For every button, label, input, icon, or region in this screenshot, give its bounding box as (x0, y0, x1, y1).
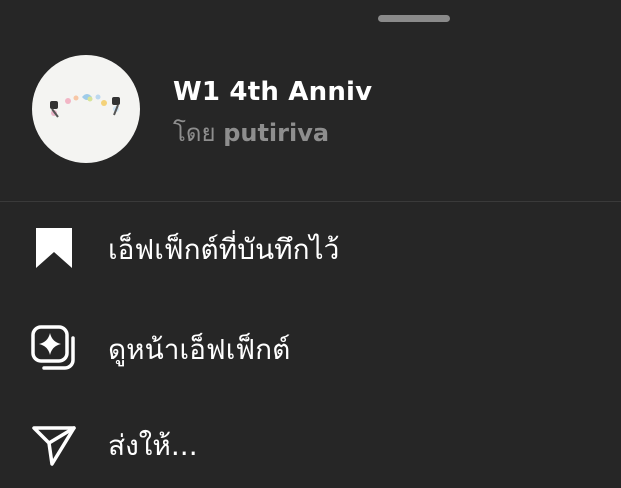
menu-item-saved-effects[interactable]: เอ็ฟเฟ็กต์ที่บันทึกไว้ (0, 202, 621, 292)
menu-item-label: เอ็ฟเฟ็กต์ที่บันทึกไว้ (108, 233, 340, 266)
effect-byline: โดย putiriva (173, 113, 329, 152)
effect-sparkle-icon (30, 324, 78, 372)
menu-item-label: ส่งให้... (108, 429, 198, 462)
effect-title: W1 4th Anniv (173, 77, 373, 107)
bookmark-icon (30, 224, 78, 272)
effect-thumbnail-art-icon (50, 94, 120, 118)
author-name[interactable]: putiriva (223, 119, 329, 147)
menu-item-send[interactable]: ส่งให้... (0, 398, 621, 488)
bottom-sheet: W1 4th Anniv โดย putiriva เอ็ฟเฟ็กต์ที่บ… (0, 0, 621, 488)
byline-prefix: โดย (173, 119, 216, 147)
sheet-drag-handle[interactable] (378, 15, 450, 22)
effect-thumbnail[interactable] (32, 55, 140, 163)
send-icon (30, 420, 78, 468)
menu-item-view-effect-page[interactable]: ดูหน้าเอ็ฟเฟ็กต์ (0, 302, 621, 392)
effect-header: W1 4th Anniv โดย putiriva (0, 55, 621, 165)
menu-item-label: ดูหน้าเอ็ฟเฟ็กต์ (108, 333, 291, 366)
